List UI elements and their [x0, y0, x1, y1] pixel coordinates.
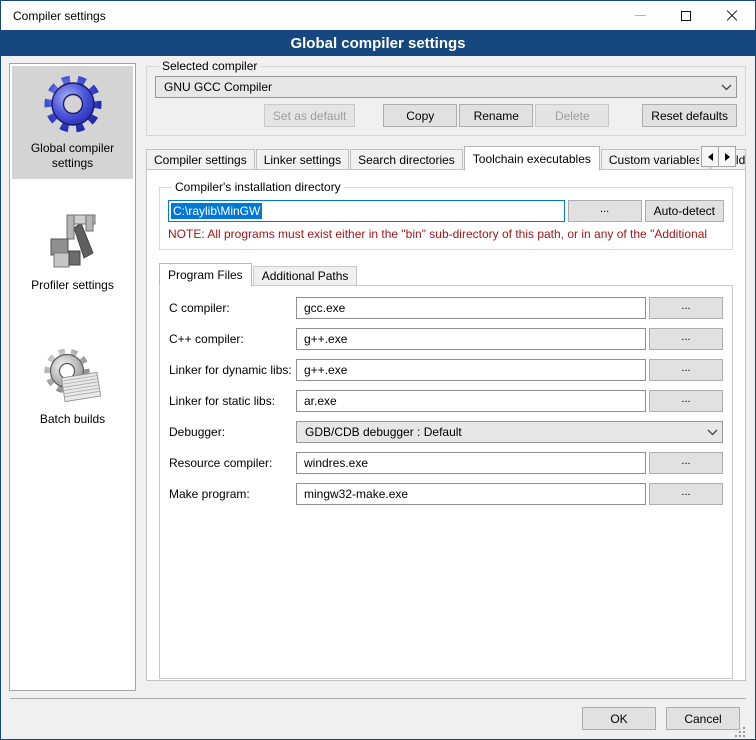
static-linker-value: ar.exe [304, 394, 337, 408]
c-compiler-browse-button[interactable]: ... [649, 297, 723, 319]
tab-additional-paths[interactable]: Additional Paths [253, 266, 358, 286]
compiler-settings-window: Compiler settings Global compiler settin… [0, 0, 756, 740]
sidebar-item-label: Batch builds [40, 412, 105, 427]
cpp-compiler-input[interactable]: g++.exe [296, 328, 646, 350]
debugger-row: Debugger: GDB/CDB debugger : Default [169, 421, 723, 443]
make-program-value: mingw32-make.exe [304, 487, 408, 501]
main-panel: Selected compiler GNU GCC Compiler Set a… [146, 59, 746, 698]
dynamic-linker-input[interactable]: g++.exe [296, 359, 646, 381]
make-program-input[interactable]: mingw32-make.exe [296, 483, 646, 505]
tab-scroll-right-button[interactable] [718, 146, 736, 167]
debugger-value: GDB/CDB debugger : Default [305, 425, 703, 439]
gear-stack-icon [41, 343, 105, 407]
debugger-dropdown[interactable]: GDB/CDB debugger : Default [296, 421, 723, 443]
cpp-compiler-row: C++ compiler: g++.exe ... [169, 328, 723, 350]
minimize-button[interactable] [617, 1, 663, 30]
window-controls [617, 1, 755, 30]
make-program-browse-button[interactable]: ... [649, 483, 723, 505]
triangle-left-icon [708, 153, 713, 161]
reset-defaults-button[interactable]: Reset defaults [642, 104, 737, 127]
sidebar-item-label: Global compiler settings [14, 141, 131, 171]
debugger-label: Debugger: [169, 425, 296, 439]
dynamic-linker-value: g++.exe [304, 363, 347, 377]
c-compiler-value: gcc.exe [304, 301, 345, 315]
resource-compiler-label: Resource compiler: [169, 456, 296, 470]
installation-directory-row: C:\raylib\MinGW ... Auto-detect [168, 200, 724, 222]
tab-custom-variables[interactable]: Custom variables [601, 149, 710, 170]
maximize-icon [681, 11, 691, 21]
make-program-label: Make program: [169, 487, 296, 501]
minimize-icon [635, 15, 646, 16]
sidebar-item-global-compiler-settings[interactable]: Global compiler settings [12, 66, 133, 179]
tab-search-directories[interactable]: Search directories [350, 149, 463, 170]
resource-compiler-input[interactable]: windres.exe [296, 452, 646, 474]
selected-compiler-value: GNU GCC Compiler [164, 80, 717, 94]
auto-detect-button[interactable]: Auto-detect [645, 200, 724, 222]
set-as-default-button: Set as default [264, 104, 355, 127]
installation-directory-input[interactable]: C:\raylib\MinGW [168, 200, 565, 222]
static-linker-browse-button[interactable]: ... [649, 390, 723, 412]
cancel-button[interactable]: Cancel [666, 707, 740, 730]
triangle-right-icon [725, 153, 730, 161]
static-linker-row: Linker for static libs: ar.exe ... [169, 390, 723, 412]
chevron-down-icon [707, 429, 718, 436]
dynamic-linker-row: Linker for dynamic libs: g++.exe ... [169, 359, 723, 381]
rename-button[interactable]: Rename [459, 104, 533, 127]
close-icon [726, 10, 738, 22]
ok-button[interactable]: OK [582, 707, 656, 730]
page-title: Global compiler settings [1, 30, 755, 56]
page-title-text: Global compiler settings [290, 35, 465, 52]
static-linker-input[interactable]: ar.exe [296, 390, 646, 412]
selected-compiler-legend: Selected compiler [159, 59, 260, 73]
maximize-button[interactable] [663, 1, 709, 30]
footer-buttons: OK Cancel [582, 707, 740, 730]
settings-tabstrip: Compiler settings Linker settings Search… [146, 145, 746, 170]
sidebar-item-label: Profiler settings [31, 278, 114, 293]
sidebar-item-batch-builds[interactable]: Batch builds [12, 337, 133, 435]
toolchain-executables-page: Compiler's installation directory C:\ray… [146, 169, 746, 681]
c-compiler-label: C compiler: [169, 301, 296, 315]
cpp-compiler-label: C++ compiler: [169, 332, 296, 346]
cpp-compiler-browse-button[interactable]: ... [649, 328, 723, 350]
program-files-tabstrip: Program Files Additional Paths [159, 262, 733, 286]
program-files-panel: C compiler: gcc.exe ... C++ compiler: g+… [159, 285, 733, 679]
resource-compiler-row: Resource compiler: windres.exe ... [169, 452, 723, 474]
settings-sidebar: Global compiler settings Profiler settin… [9, 63, 136, 691]
selected-compiler-group: Selected compiler GNU GCC Compiler Set a… [146, 59, 746, 136]
chevron-down-icon [721, 84, 732, 91]
selected-compiler-dropdown[interactable]: GNU GCC Compiler [155, 76, 737, 98]
tab-toolchain-executables[interactable]: Toolchain executables [464, 146, 600, 171]
resize-grip[interactable] [735, 727, 745, 737]
close-button[interactable] [709, 1, 755, 30]
dynamic-linker-browse-button[interactable]: ... [649, 359, 723, 381]
installation-directory-browse-button[interactable]: ... [568, 200, 642, 222]
c-compiler-input[interactable]: gcc.exe [296, 297, 646, 319]
copy-button[interactable]: Copy [383, 104, 457, 127]
window-title: Compiler settings [13, 9, 106, 23]
resource-compiler-browse-button[interactable]: ... [649, 452, 723, 474]
delete-button: Delete [535, 104, 609, 127]
c-compiler-row: C compiler: gcc.exe ... [169, 297, 723, 319]
tab-scroll-buttons [699, 146, 736, 167]
tab-program-files[interactable]: Program Files [159, 263, 252, 287]
cpp-compiler-value: g++.exe [304, 332, 347, 346]
make-program-row: Make program: mingw32-make.exe ... [169, 483, 723, 505]
dialog-footer: OK Cancel [10, 698, 746, 738]
dynamic-linker-label: Linker for dynamic libs: [169, 363, 296, 377]
static-linker-label: Linker for static libs: [169, 394, 296, 408]
installation-directory-legend: Compiler's installation directory [172, 180, 344, 194]
titlebar: Compiler settings [1, 1, 755, 30]
tab-compiler-settings[interactable]: Compiler settings [146, 149, 255, 170]
sidebar-item-profiler-settings[interactable]: Profiler settings [12, 203, 133, 301]
tab-linker-settings[interactable]: Linker settings [256, 149, 349, 170]
caliper-icon [41, 209, 105, 273]
bin-subdirectory-note: NOTE: All programs must exist either in … [168, 227, 724, 241]
installation-directory-value: C:\raylib\MinGW [171, 203, 262, 219]
installation-directory-group: Compiler's installation directory C:\ray… [159, 180, 733, 250]
blue-gear-icon [41, 72, 105, 136]
compiler-buttons-row: Set as default Copy Rename Delete Reset … [155, 104, 737, 127]
tab-scroll-left-button[interactable] [701, 146, 719, 167]
resource-compiler-value: windres.exe [304, 456, 368, 470]
